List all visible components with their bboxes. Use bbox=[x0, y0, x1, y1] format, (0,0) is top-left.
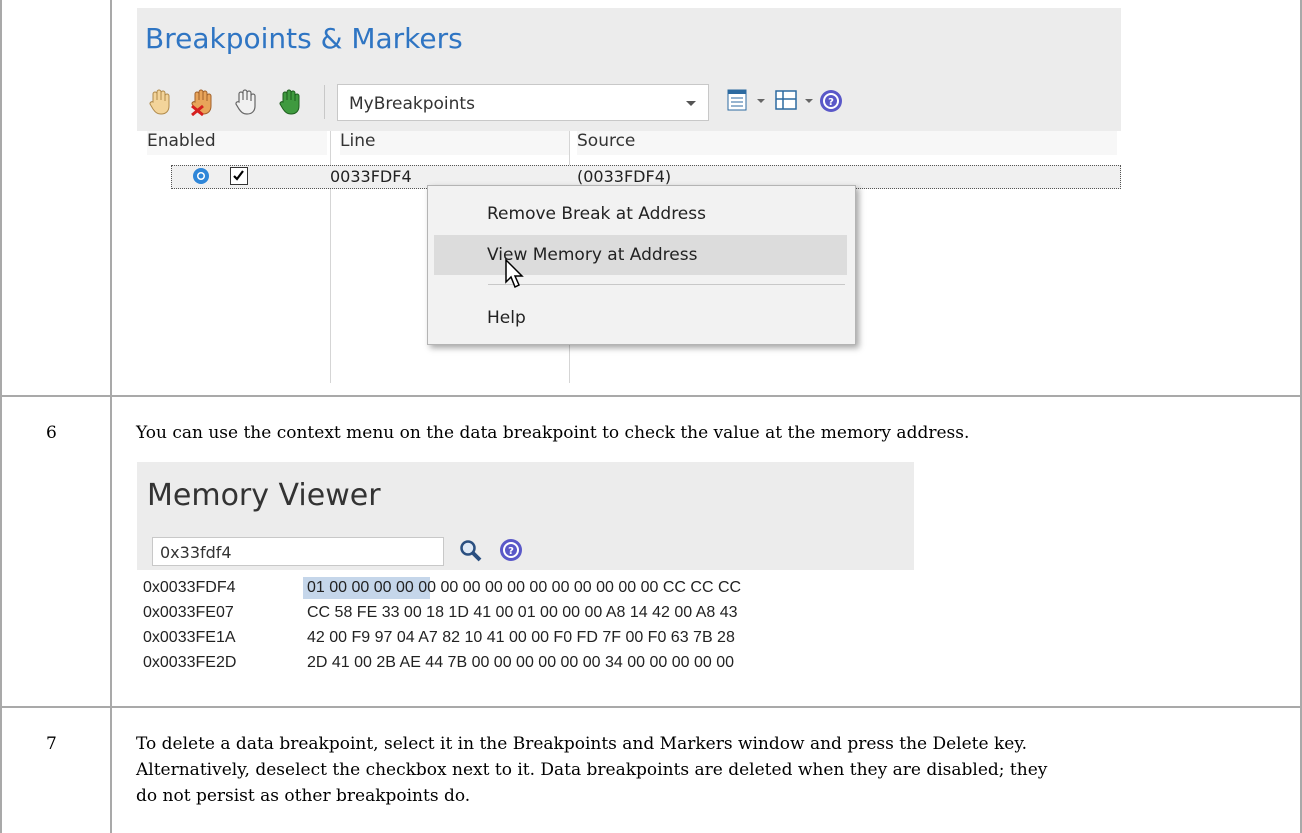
step-text: To delete a data breakpoint, select it i… bbox=[136, 731, 1047, 809]
help-icon[interactable]: ? bbox=[819, 89, 843, 113]
menu-item-label: Help bbox=[487, 308, 526, 328]
memory-viewer-header: Memory Viewer bbox=[137, 462, 914, 532]
memory-address: 0x0033FDF4 bbox=[143, 579, 236, 596]
step-text-line: Alternatively, deselect the checkbox nex… bbox=[136, 760, 1048, 780]
step-text-line: do not persist as other breakpoints do. bbox=[136, 786, 471, 806]
memory-bytes[interactable]: 01 00 00 00 00 00 00 00 00 00 00 00 00 0… bbox=[307, 579, 741, 597]
mouse-cursor-icon bbox=[505, 258, 524, 289]
menu-item-view-memory[interactable]: View Memory at Address bbox=[434, 235, 847, 275]
memory-viewer-window: Memory Viewer 0x33fdf4 ? 0x0033FDF4 01 0… bbox=[137, 462, 914, 691]
memory-address: 0x0033FE1A bbox=[143, 629, 236, 646]
memory-viewer-toolbar: 0x33fdf4 ? bbox=[137, 532, 914, 570]
list-view-icon[interactable] bbox=[727, 89, 747, 111]
hand-delete-icon[interactable] bbox=[189, 88, 215, 116]
menu-item-help[interactable]: Help bbox=[428, 298, 855, 338]
step-number: 7 bbox=[46, 734, 57, 754]
checkmark-icon bbox=[233, 170, 244, 181]
table-border-col bbox=[110, 0, 112, 833]
table-row-divider-2 bbox=[0, 706, 1302, 708]
breakpoints-header: Breakpoints & Markers bbox=[137, 8, 1121, 75]
menu-separator bbox=[488, 284, 845, 285]
memory-address: 0x0033FE2D bbox=[143, 654, 237, 671]
hand-enable-icon[interactable] bbox=[277, 88, 303, 116]
breakpoint-set-value: MyBreakpoints bbox=[349, 94, 475, 114]
address-input[interactable]: 0x33fdf4 bbox=[152, 537, 444, 566]
hand-disable-icon[interactable] bbox=[233, 88, 259, 116]
breakpoints-toolbar: MyBreakpoints ? bbox=[137, 75, 1121, 131]
column-header-source[interactable]: Source bbox=[577, 131, 1117, 155]
column-header-line[interactable]: Line bbox=[340, 131, 570, 155]
step-text: You can use the context menu on the data… bbox=[136, 423, 970, 443]
document-table: Breakpoints & Markers MyBreakpoints ? En… bbox=[0, 0, 1302, 833]
breakpoint-source: (0033FDF4) bbox=[577, 167, 672, 186]
step-text-line: To delete a data breakpoint, select it i… bbox=[136, 734, 1028, 754]
memory-row: 0x0033FE07 CC 58 FE 33 00 18 1D 41 00 01… bbox=[137, 602, 914, 624]
layout-dropdown-icon[interactable] bbox=[805, 99, 813, 103]
memory-bytes[interactable]: 42 00 F9 97 04 A7 82 10 41 00 00 F0 FD 7… bbox=[307, 629, 735, 647]
layout-icon[interactable] bbox=[775, 89, 797, 111]
table-border-left bbox=[0, 0, 2, 833]
svg-text:?: ? bbox=[508, 546, 514, 557]
list-view-dropdown-icon[interactable] bbox=[757, 99, 765, 103]
svg-text:?: ? bbox=[828, 97, 834, 108]
table-row-divider-1 bbox=[0, 395, 1302, 397]
menu-item-remove-break[interactable]: Remove Break at Address bbox=[428, 194, 855, 234]
memory-row: 0x0033FE2D 2D 41 00 2B AE 44 7B 00 00 00… bbox=[137, 652, 914, 674]
toolbar-separator bbox=[324, 85, 325, 119]
chevron-down-icon bbox=[686, 101, 696, 106]
memory-row: 0x0033FE1A 42 00 F9 97 04 A7 82 10 41 00… bbox=[137, 627, 914, 649]
memory-bytes[interactable]: 2D 41 00 2B AE 44 7B 00 00 00 00 00 00 3… bbox=[307, 654, 734, 672]
breakpoint-line: 0033FDF4 bbox=[330, 167, 412, 186]
memory-viewer-title: Memory Viewer bbox=[147, 478, 381, 513]
memory-address: 0x0033FE07 bbox=[143, 604, 234, 621]
breakpoint-set-selector[interactable]: MyBreakpoints bbox=[337, 84, 709, 121]
memory-bytes[interactable]: CC 58 FE 33 00 18 1D 41 00 01 00 00 00 A… bbox=[307, 604, 738, 622]
search-icon[interactable] bbox=[459, 539, 483, 563]
memory-row: 0x0033FDF4 01 00 00 00 00 00 00 00 00 00… bbox=[137, 577, 914, 599]
hand-add-icon[interactable] bbox=[147, 88, 173, 116]
menu-item-label: Remove Break at Address bbox=[487, 204, 706, 224]
enabled-checkbox[interactable] bbox=[230, 167, 248, 185]
column-header-enabled[interactable]: Enabled bbox=[147, 131, 327, 155]
step-number: 6 bbox=[46, 423, 57, 443]
data-breakpoint-icon bbox=[193, 168, 209, 184]
breakpoints-title: Breakpoints & Markers bbox=[145, 22, 463, 55]
context-menu: Remove Break at Address View Memory at A… bbox=[427, 185, 856, 345]
help-icon[interactable]: ? bbox=[499, 538, 523, 562]
address-input-value: 0x33fdf4 bbox=[160, 543, 232, 562]
